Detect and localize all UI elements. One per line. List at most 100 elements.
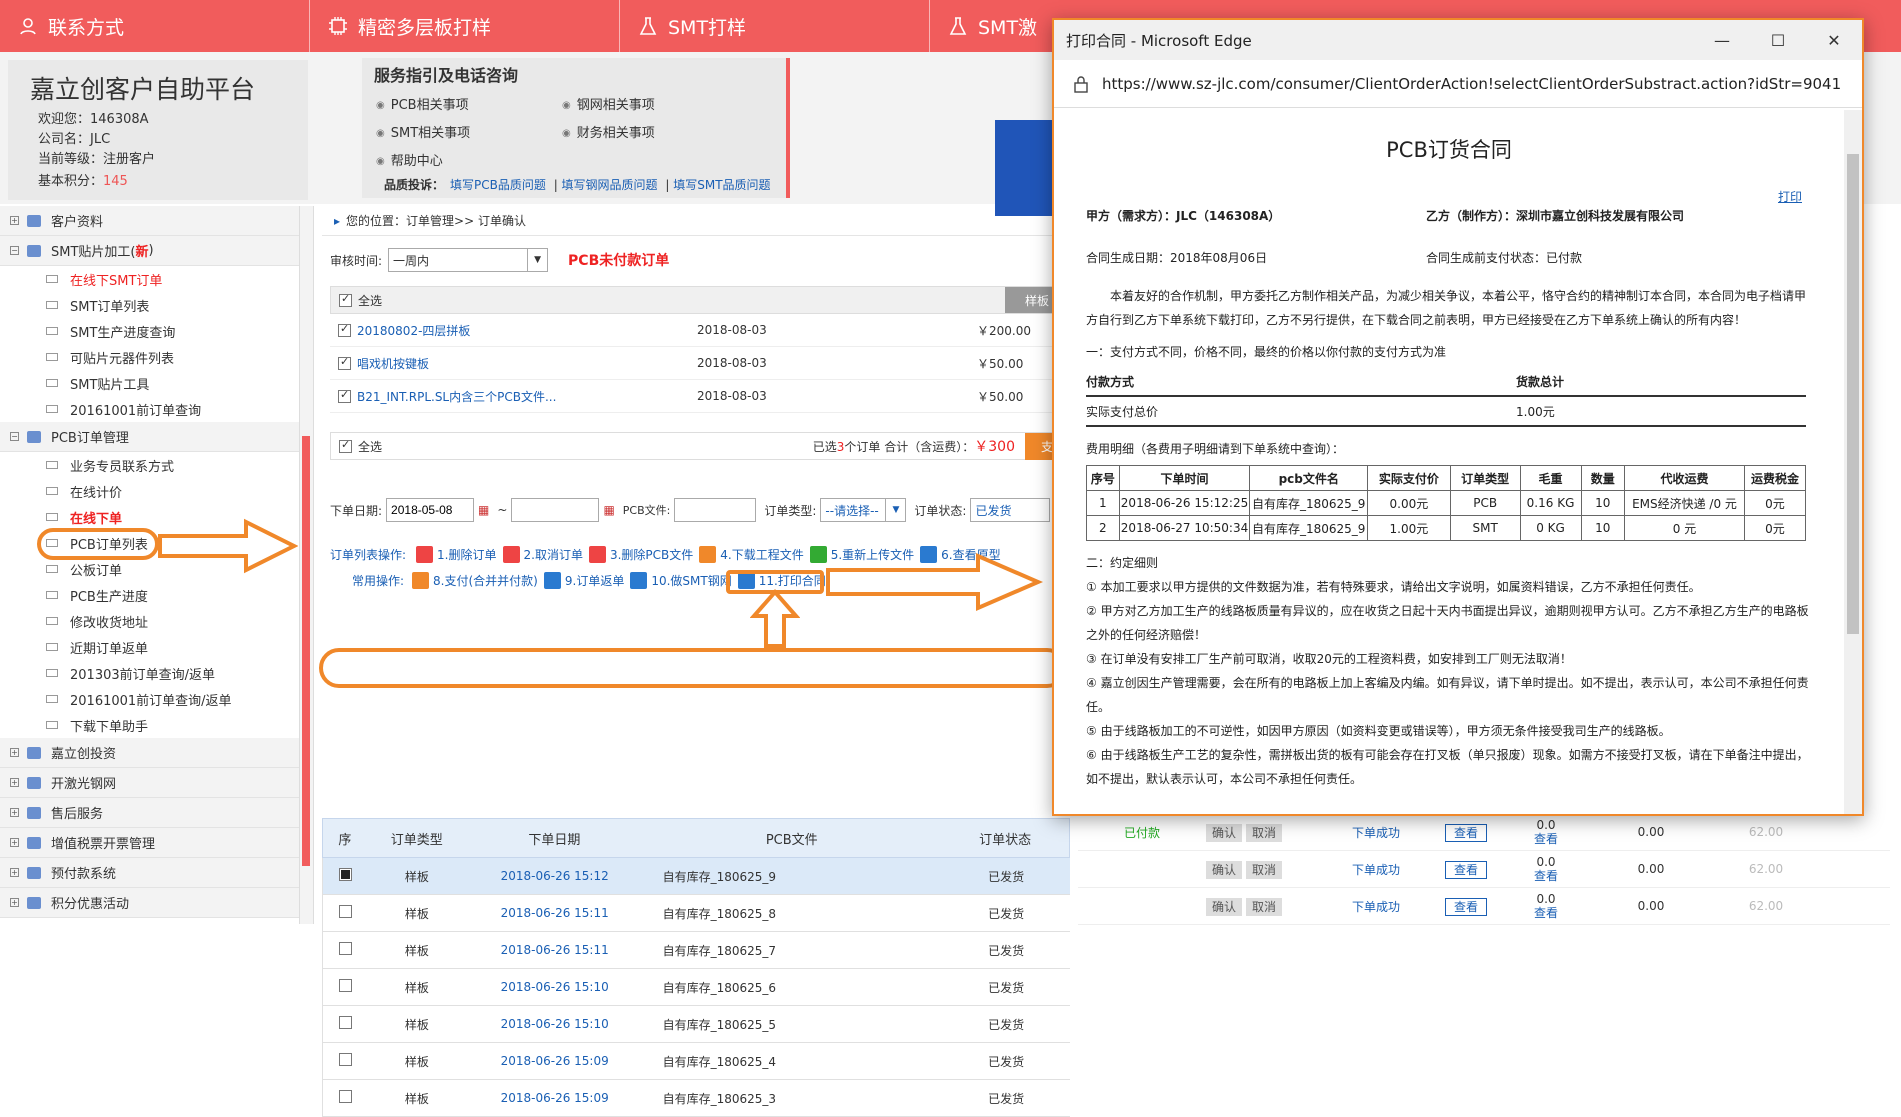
- sidebar-item[interactable]: 下载下单助手: [0, 712, 299, 738]
- complaint-pcb-link[interactable]: 填写PCB品质问题: [450, 178, 546, 192]
- complaint-stencil-link[interactable]: 填写钢网品质问题: [562, 178, 658, 192]
- op-ops2-2[interactable]: 10.做SMT钢网: [630, 572, 732, 589]
- sidebar-section-4[interactable]: + 开激光钢网: [0, 768, 299, 798]
- order-checkbox[interactable]: [338, 322, 351, 337]
- nav-contact[interactable]: 联系方式: [0, 0, 310, 52]
- sidebar-item[interactable]: 在线计价: [0, 478, 299, 504]
- sidebar-section-0[interactable]: + 客户资料: [0, 206, 299, 236]
- sidebar-item[interactable]: 20161001前订单查询: [0, 396, 299, 422]
- table-row[interactable]: 样板 2018-06-26 15:10 自有库存_180625_6 已发货: [322, 969, 1070, 1006]
- op-ops1-3[interactable]: 4.下载工程文件: [699, 546, 804, 563]
- view-button[interactable]: 查看: [1444, 897, 1487, 916]
- confirm-button[interactable]: 确认: [1206, 823, 1243, 842]
- minimize-icon[interactable]: —: [1694, 20, 1750, 60]
- sidebar-item[interactable]: SMT生产进度查询: [0, 318, 299, 344]
- order-checkbox[interactable]: [338, 388, 351, 403]
- expand-icon[interactable]: +: [10, 216, 19, 225]
- sidebar-item[interactable]: PCB生产进度: [0, 582, 299, 608]
- op-ops1-0[interactable]: 1.删除订单: [416, 546, 497, 563]
- select-all-checkbox[interactable]: [339, 292, 352, 307]
- table-row[interactable]: 样板 2018-06-26 15:09 自有库存_180625_4 已发货: [322, 1043, 1070, 1080]
- row-checkbox[interactable]: [339, 905, 353, 918]
- sidebar-section-8[interactable]: + 积分优惠活动: [0, 888, 299, 918]
- sidebar-section-1[interactable]: − SMT贴片加工(新): [0, 236, 299, 266]
- service-link-smt[interactable]: SMT相关事项: [376, 122, 470, 141]
- sidebar-item[interactable]: 可贴片元器件列表: [0, 344, 299, 370]
- sidebar-collapse-handle[interactable]: [300, 206, 314, 924]
- sidebar-section-5[interactable]: + 售后服务: [0, 798, 299, 828]
- sidebar-section-6[interactable]: + 增值税票开票管理: [0, 828, 299, 858]
- sidebar-item[interactable]: 修改收货地址: [0, 608, 299, 634]
- nav-smt[interactable]: SMT打样: [620, 0, 930, 52]
- close-icon[interactable]: ✕: [1806, 20, 1862, 60]
- expand-icon[interactable]: +: [10, 868, 19, 877]
- row-checkbox[interactable]: [339, 979, 353, 992]
- row-checkbox[interactable]: [339, 868, 353, 881]
- op-ops1-4[interactable]: 5.重新上传文件: [809, 546, 914, 563]
- sidebar-item[interactable]: SMT贴片工具: [0, 370, 299, 396]
- calendar-icon[interactable]: ▦: [603, 503, 614, 517]
- op-ops2-1[interactable]: 9.订单返单: [543, 572, 624, 589]
- view-link[interactable]: 查看: [1506, 832, 1586, 846]
- expand-icon[interactable]: +: [10, 838, 19, 847]
- expand-icon[interactable]: −: [10, 246, 19, 255]
- sidebar-item[interactable]: 公板订单: [0, 556, 299, 582]
- collapse-bar[interactable]: [302, 436, 310, 866]
- table-row[interactable]: 样板 2018-06-26 15:09 自有库存_180625_3 已发货: [322, 1080, 1070, 1117]
- view-button[interactable]: 查看: [1444, 860, 1487, 879]
- expand-icon[interactable]: −: [10, 432, 19, 441]
- op-ops1-1[interactable]: 2.取消订单: [502, 546, 583, 563]
- service-link-help[interactable]: 帮助中心: [376, 150, 443, 169]
- sidebar-item[interactable]: PCB订单列表: [0, 530, 299, 556]
- service-link-pcb[interactable]: PCB相关事项: [376, 94, 469, 113]
- sidebar-item[interactable]: 在线下单: [0, 504, 299, 530]
- sidebar-section-3[interactable]: + 嘉立创投资: [0, 738, 299, 768]
- service-link-finance[interactable]: 财务相关事项: [562, 122, 655, 141]
- expand-icon[interactable]: +: [10, 808, 19, 817]
- sidebar-item[interactable]: 业务专员联系方式: [0, 452, 299, 478]
- date-to-input[interactable]: [511, 498, 600, 522]
- op-ops2-3[interactable]: 11.打印合同: [737, 572, 826, 589]
- scrollbar[interactable]: [1844, 110, 1862, 814]
- confirm-button[interactable]: 确认: [1206, 860, 1243, 879]
- view-link[interactable]: 查看: [1506, 906, 1586, 920]
- sidebar-item[interactable]: 近期订单返单: [0, 634, 299, 660]
- audit-time-select[interactable]: 一周内 ▼: [388, 248, 549, 272]
- sidebar-item[interactable]: 在线下SMT订单: [0, 266, 299, 292]
- cancel-button[interactable]: 取消: [1246, 860, 1283, 879]
- op-ops1-5[interactable]: 6.查看原型: [920, 546, 1001, 563]
- row-checkbox[interactable]: [339, 1053, 353, 1066]
- row-checkbox[interactable]: [339, 942, 353, 955]
- confirm-button[interactable]: 确认: [1206, 897, 1243, 916]
- calendar-icon[interactable]: ▦: [478, 503, 489, 517]
- date-from-input[interactable]: [386, 498, 475, 522]
- nav-pcb[interactable]: 精密多层板打样: [310, 0, 620, 52]
- table-row[interactable]: 样板 2018-06-26 15:10 自有库存_180625_5 已发货: [322, 1006, 1070, 1043]
- sidebar-section-2[interactable]: − PCB订单管理: [0, 422, 299, 452]
- sidebar-item[interactable]: 20161001前订单查询/返单: [0, 686, 299, 712]
- view-button[interactable]: 查看: [1444, 823, 1487, 842]
- complaint-smt-link[interactable]: 填写SMT品质问题: [673, 178, 770, 192]
- sidebar-section-7[interactable]: + 预付款系统: [0, 858, 299, 888]
- op-ops2-5[interactable]: 13.: [949, 572, 990, 589]
- expand-icon[interactable]: +: [10, 898, 19, 907]
- service-link-stencil[interactable]: 钢网相关事项: [562, 94, 655, 113]
- table-row[interactable]: 样板 2018-06-26 15:12 自有库存_180625_9 已发货: [322, 858, 1070, 895]
- table-row[interactable]: 样板 2018-06-26 15:11 自有库存_180625_8 已发货: [322, 895, 1070, 932]
- sidebar-item[interactable]: 201303前订单查询/返单: [0, 660, 299, 686]
- order-checkbox[interactable]: [338, 355, 351, 370]
- maximize-icon[interactable]: ☐: [1750, 20, 1806, 60]
- order-type-select[interactable]: --请选择-- ▼: [820, 498, 907, 522]
- row-checkbox[interactable]: [339, 1090, 353, 1103]
- sidebar-item[interactable]: SMT订单列表: [0, 292, 299, 318]
- order-name-link[interactable]: 唱戏机按键板: [357, 355, 697, 372]
- op-ops2-4[interactable]: 12.修改订单信息: [831, 572, 944, 589]
- cancel-button[interactable]: 取消: [1246, 897, 1283, 916]
- address-bar[interactable]: https://www.sz-jlc.com/consumer/ClientOr…: [1054, 60, 1862, 108]
- row-checkbox[interactable]: [339, 1016, 353, 1029]
- op-ops1-2[interactable]: 3.删除PCB文件: [588, 546, 693, 563]
- pcb-file-input[interactable]: [674, 498, 757, 522]
- print-link[interactable]: 打印: [1778, 188, 1802, 205]
- op-ops2-0[interactable]: 8.支付(合并并付款): [412, 572, 538, 589]
- expand-icon[interactable]: +: [10, 748, 19, 757]
